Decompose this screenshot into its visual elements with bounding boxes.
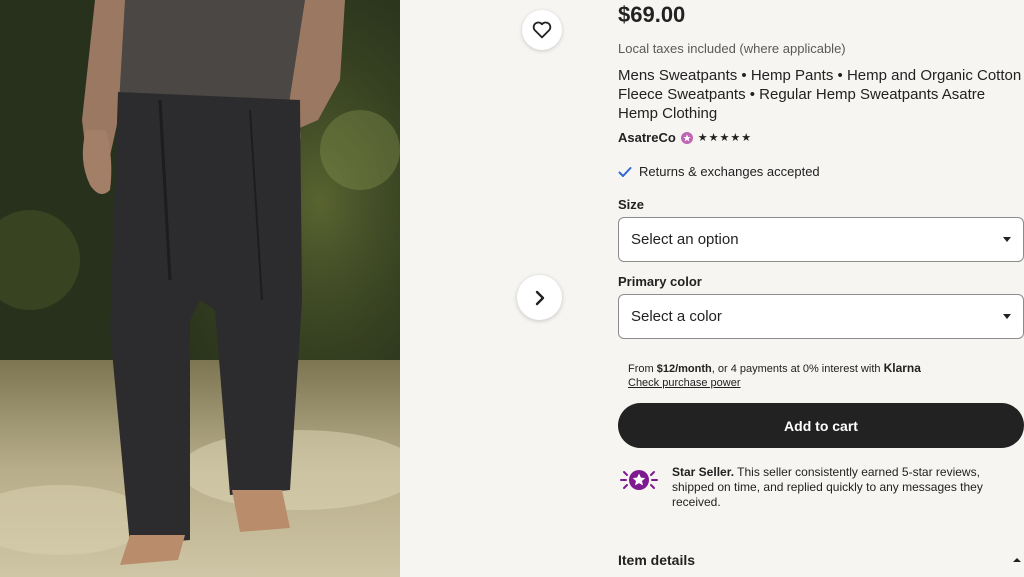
favorite-button[interactable] bbox=[522, 10, 562, 50]
check-icon bbox=[618, 166, 632, 177]
klarna-middle: , or 4 payments at 0% interest with bbox=[711, 363, 884, 375]
klarna-brand: Klarna bbox=[883, 361, 921, 375]
heart-icon bbox=[532, 21, 552, 39]
next-image-button[interactable] bbox=[517, 275, 562, 320]
klarna-amount: $12/month bbox=[656, 363, 712, 375]
star-seller-badge-icon bbox=[680, 131, 693, 144]
caret-down-icon bbox=[1003, 314, 1011, 319]
shop-info: AsatreCo ★★★★★ bbox=[618, 130, 752, 145]
check-purchase-power-link[interactable]: Check purchase power bbox=[628, 376, 921, 390]
shop-name-link[interactable]: AsatreCo bbox=[618, 130, 676, 145]
product-price: $69.00 bbox=[618, 2, 686, 27]
klarna-financing: From $12/month, or 4 payments at 0% inte… bbox=[628, 361, 921, 390]
shop-rating-stars[interactable]: ★★★★★ bbox=[698, 131, 752, 144]
chevron-right-icon bbox=[535, 290, 544, 305]
item-details-toggle[interactable]: Item details bbox=[618, 552, 1024, 568]
size-select[interactable]: Select an option bbox=[618, 217, 1024, 262]
star-seller-text: Star Seller. This seller consistently ea… bbox=[672, 465, 1022, 510]
star-seller-title: Star Seller. bbox=[672, 465, 735, 479]
item-details-label: Item details bbox=[618, 552, 696, 568]
product-photo bbox=[0, 0, 400, 577]
tax-note: Local taxes included (where applicable) bbox=[618, 41, 846, 56]
star-seller-icon bbox=[620, 470, 658, 490]
caret-down-icon bbox=[1003, 237, 1011, 242]
color-label: Primary color bbox=[618, 274, 702, 289]
add-to-cart-button[interactable]: Add to cart bbox=[618, 403, 1024, 448]
returns-policy: Returns & exchanges accepted bbox=[618, 164, 820, 179]
color-select[interactable]: Select a color bbox=[618, 294, 1024, 339]
size-select-value: Select an option bbox=[631, 231, 739, 248]
klarna-prefix: From bbox=[628, 363, 657, 375]
star-seller-notice: Star Seller. This seller consistently ea… bbox=[618, 465, 1024, 510]
product-image[interactable] bbox=[0, 0, 400, 577]
chevron-up-icon bbox=[1013, 558, 1021, 562]
size-label: Size bbox=[618, 197, 645, 212]
returns-text: Returns & exchanges accepted bbox=[639, 164, 820, 179]
color-select-value: Select a color bbox=[631, 308, 722, 325]
product-title: Mens Sweatpants • Hemp Pants • Hemp and … bbox=[618, 67, 1022, 122]
